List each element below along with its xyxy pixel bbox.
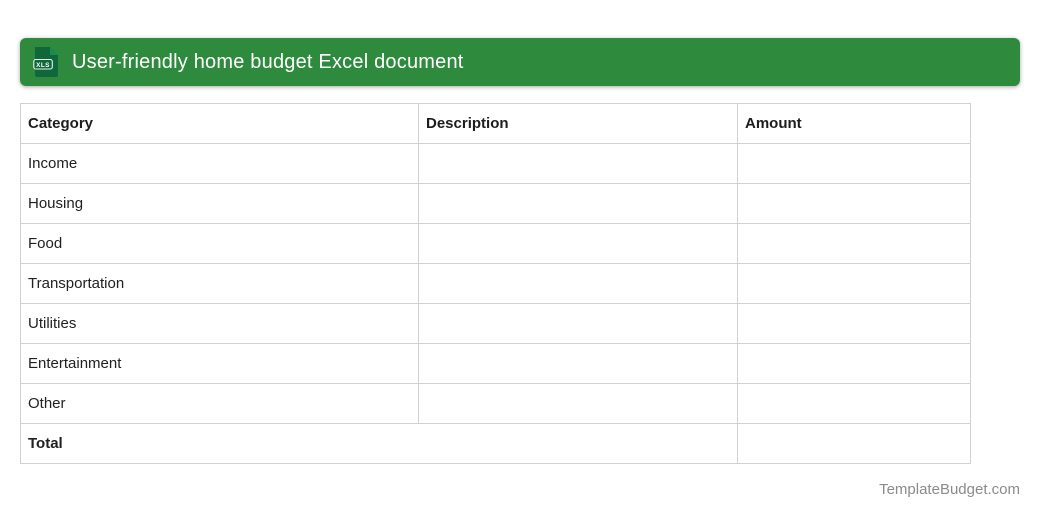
column-header-description: Description — [418, 103, 738, 144]
xls-file-icon: XLS — [33, 47, 58, 77]
total-label-cell: Total — [20, 423, 738, 464]
description-cell — [418, 183, 738, 224]
category-cell: Transportation — [20, 263, 419, 304]
table-row-utilities: Utilities — [20, 303, 971, 344]
xls-icon-label: XLS — [36, 62, 50, 69]
description-cell — [418, 263, 738, 304]
site-credit-link[interactable]: TemplateBudget.com — [879, 481, 1020, 498]
category-cell: Entertainment — [20, 343, 419, 384]
total-amount-cell — [737, 423, 971, 464]
category-cell: Income — [20, 143, 419, 184]
table-row-entertainment: Entertainment — [20, 343, 971, 384]
category-cell: Utilities — [20, 303, 419, 344]
description-cell — [418, 303, 738, 344]
amount-cell — [737, 383, 971, 424]
column-header-category: Category — [20, 103, 419, 144]
category-cell: Food — [20, 223, 419, 264]
banner: XLS User-friendly home budget Excel docu… — [20, 38, 1020, 86]
table-header-row: Category Description Amount — [20, 103, 971, 144]
amount-cell — [737, 223, 971, 264]
description-cell — [418, 343, 738, 384]
table-row-other: Other — [20, 383, 971, 424]
amount-cell — [737, 183, 971, 224]
amount-cell — [737, 303, 971, 344]
category-cell: Other — [20, 383, 419, 424]
amount-cell — [737, 263, 971, 304]
description-cell — [418, 383, 738, 424]
column-header-amount: Amount — [737, 103, 971, 144]
table-row-housing: Housing — [20, 183, 971, 224]
description-cell — [418, 143, 738, 184]
page-title: User-friendly home budget Excel document — [72, 50, 464, 73]
amount-cell — [737, 143, 971, 184]
table-row-transportation: Transportation — [20, 263, 971, 304]
budget-table: Category Description Amount Income Housi… — [20, 103, 971, 464]
amount-cell — [737, 343, 971, 384]
table-row-income: Income — [20, 143, 971, 184]
category-cell: Housing — [20, 183, 419, 224]
table-row-food: Food — [20, 223, 971, 264]
table-row-total: Total — [20, 423, 971, 464]
description-cell — [418, 223, 738, 264]
